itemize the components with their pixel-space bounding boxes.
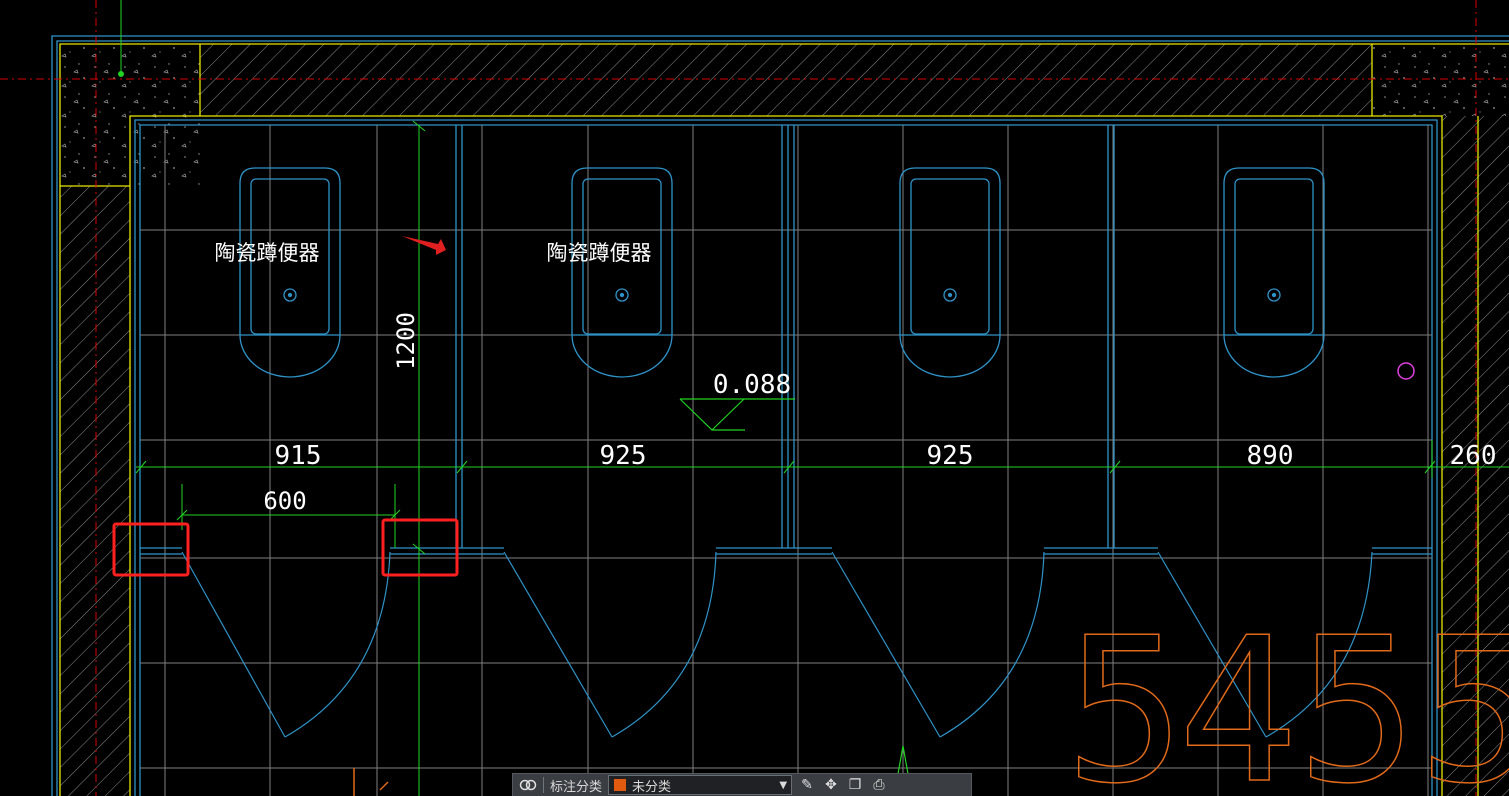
door-3 <box>831 551 1045 738</box>
fixture-label-2: 陶瓷蹲便器 <box>547 241 652 265</box>
category-select[interactable]: 未分类 ▼ <box>608 775 793 795</box>
door-2 <box>503 551 717 738</box>
dimension-vertical-1200: 1200 <box>392 312 420 370</box>
orange-marks <box>353 768 389 796</box>
magenta-circle-marker <box>1397 362 1415 380</box>
category-select-value: 未分类 <box>632 779 672 795</box>
red-arrow-marker <box>402 236 446 255</box>
cad-drawing-canvas[interactable]: 陶瓷蹲便器 陶瓷蹲便器 1200 600 915 925 925 890 260 0.0… <box>0 0 1509 796</box>
chevron-down-icon: ▼ <box>779 779 788 791</box>
toolbar-separator <box>543 777 544 793</box>
toilet-3 <box>899 167 1001 378</box>
level-mark-value: 0.088 <box>713 370 791 400</box>
toilet-4 <box>1223 167 1325 378</box>
edit-icon[interactable]: ✎ <box>798 776 816 794</box>
print-icon[interactable]: ⎙ <box>870 776 888 794</box>
big-outline-number: 4 <box>1178 595 1298 796</box>
stall-width-dimension: 260 <box>1450 441 1497 471</box>
stall-width-dimension: 925 <box>600 441 647 471</box>
stall-partitions <box>140 125 1432 555</box>
toilet-1 <box>239 167 341 378</box>
level-mark <box>679 398 795 431</box>
big-outline-number: 5 <box>1418 595 1509 796</box>
stall-width-dimension: 915 <box>275 441 322 471</box>
door-1 <box>181 551 391 738</box>
stall-width-dimension: 890 <box>1247 441 1294 471</box>
copy-icon[interactable]: ❐ <box>846 776 864 794</box>
annotation-toolbar: 标注分类 未分类 ▼ ✎ ✥ ❐ ⎙ <box>512 773 972 796</box>
fixture-label-1: 陶瓷蹲便器 <box>215 241 320 265</box>
two-circles-icon[interactable] <box>519 776 537 794</box>
big-outline-number: 5 <box>1065 595 1185 796</box>
stall-width-dimension: 925 <box>927 441 974 471</box>
category-label: 标注分类 <box>550 779 603 795</box>
category-color-swatch <box>613 778 628 792</box>
move-icon[interactable]: ✥ <box>822 776 840 794</box>
big-outline-number: 5 <box>1297 595 1417 796</box>
toilet-2 <box>571 167 673 378</box>
dimension-600: 600 <box>263 487 306 515</box>
big-outline-numbers: 545 5 <box>1064 594 1509 796</box>
